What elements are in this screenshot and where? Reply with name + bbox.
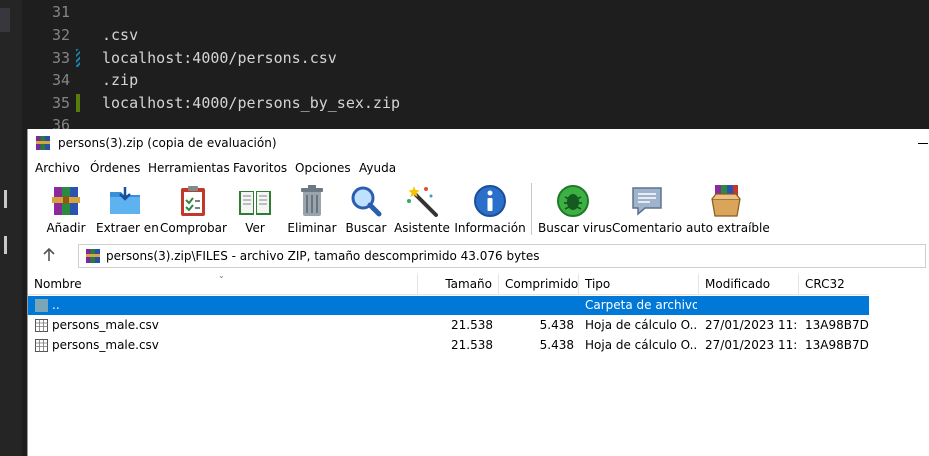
- cell-packed: 5.438: [539, 318, 574, 332]
- table-row[interactable]: persons_male.csv 21.538 5.438 Hoja de cá…: [28, 316, 869, 335]
- col-name[interactable]: Nombre: [28, 274, 418, 294]
- test-button[interactable]: Comprobar: [160, 181, 227, 239]
- folder-extract-icon: [110, 187, 140, 214]
- col-type[interactable]: Tipo: [579, 274, 699, 294]
- magic-wand-icon: [407, 186, 438, 217]
- minimize-icon[interactable]: [918, 143, 928, 144]
- find-label: Buscar: [345, 221, 387, 235]
- window-title: persons(3).zip (copia de evaluación): [58, 136, 277, 150]
- cell-name: ..: [52, 298, 60, 312]
- column-header: ⌄ Nombre Tamaño Comprimido Tipo Modifica…: [28, 271, 869, 295]
- menu-bar: Archivo Órdenes Herramientas Favoritos O…: [28, 159, 929, 179]
- menu-ayuda[interactable]: Ayuda: [359, 161, 396, 175]
- test-label: Comprobar: [160, 221, 227, 235]
- file-list: ⌄ Nombre Tamaño Comprimido Tipo Modifica…: [28, 271, 929, 456]
- trash-can-icon: [301, 185, 323, 216]
- cell-crc: 13A98B7D: [805, 338, 869, 352]
- menu-ordenes[interactable]: Órdenes: [90, 161, 140, 175]
- toolbar-separator: [531, 183, 532, 235]
- sfx-box-icon: [711, 185, 741, 217]
- menu-herramientas[interactable]: Herramientas: [148, 161, 230, 175]
- line-number: 32: [51, 26, 70, 44]
- archive-books-icon: [52, 187, 80, 215]
- add-button[interactable]: Añadir: [38, 181, 94, 239]
- info-button[interactable]: Información: [454, 181, 526, 239]
- line-number: 33: [51, 49, 70, 67]
- cell-name: persons_male.csv: [52, 318, 159, 332]
- virus-scan-button[interactable]: Buscar virus: [538, 181, 613, 239]
- comment-bubble-icon: [632, 187, 662, 216]
- virus-bug-icon: [557, 185, 589, 217]
- side-marker: [4, 236, 7, 254]
- activity-bar: [0, 0, 22, 456]
- menu-opciones[interactable]: Opciones: [295, 161, 351, 175]
- cell-type: Hoja de cálculo O...: [585, 338, 697, 352]
- info-label: Información: [454, 221, 526, 235]
- line-code: localhost:4000/persons_by_sex.zip: [102, 94, 401, 112]
- parent-folder-icon: [35, 299, 48, 312]
- sfx-button[interactable]: auto extraíble: [686, 181, 770, 239]
- cell-size: 21.538: [451, 318, 493, 332]
- address-bar: persons(3).zip\FILES - archivo ZIP, tama…: [28, 243, 929, 269]
- winrar-app-icon: [36, 136, 50, 150]
- line-number: 31: [51, 3, 70, 21]
- git-added-marker: [76, 94, 80, 112]
- cell-modified: 27/01/2023 11:...: [705, 338, 797, 352]
- cell-size: 21.538: [451, 338, 493, 352]
- spreadsheet-file-icon: [35, 339, 48, 352]
- cell-modified: 27/01/2023 11:...: [705, 318, 797, 332]
- table-row[interactable]: persons_male.csv 21.538 5.438 Hoja de cá…: [28, 336, 869, 355]
- menu-archivo[interactable]: Archivo: [35, 161, 80, 175]
- magnifier-icon: [351, 186, 382, 217]
- wizard-label: Asistente: [394, 221, 450, 235]
- table-row[interactable]: .. Carpeta de archivos: [28, 296, 869, 315]
- line-number: 35: [51, 94, 70, 112]
- activity-tab[interactable]: [0, 8, 10, 32]
- title-bar[interactable]: persons(3).zip (copia de evaluación): [28, 129, 929, 159]
- path-text: persons(3).zip\FILES - archivo ZIP, tama…: [106, 249, 540, 263]
- comment-button[interactable]: Comentario: [612, 181, 682, 239]
- view-button[interactable]: Ver: [230, 181, 280, 239]
- up-arrow-icon[interactable]: [41, 247, 57, 263]
- winrar-window: persons(3).zip (copia de evaluación) Arc…: [27, 129, 929, 456]
- comment-label: Comentario: [612, 221, 683, 235]
- spreadsheet-file-icon: [35, 319, 48, 332]
- toolbar: Añadir Extraer en Comprobar Ver Eliminar…: [28, 181, 929, 241]
- extract-button[interactable]: Extraer en: [96, 181, 159, 239]
- cell-type: Hoja de cálculo O...: [585, 318, 697, 332]
- git-modified-marker: [76, 49, 80, 67]
- path-field[interactable]: persons(3).zip\FILES - archivo ZIP, tama…: [78, 244, 926, 268]
- code-editor[interactable]: 31 32 .csv 33 localhost:4000/persons.csv…: [0, 0, 929, 134]
- info-icon: [474, 185, 506, 217]
- col-size[interactable]: Tamaño: [418, 274, 499, 294]
- clipboard-check-icon: [181, 186, 205, 216]
- side-marker: [4, 190, 7, 208]
- line-code: localhost:4000/persons.csv: [102, 49, 337, 67]
- cell-type: Carpeta de archivos: [585, 298, 697, 312]
- col-crc[interactable]: CRC32: [799, 274, 869, 294]
- delete-label: Eliminar: [287, 221, 337, 235]
- cell-packed: 5.438: [539, 338, 574, 352]
- col-modified[interactable]: Modificado: [699, 274, 799, 294]
- find-button[interactable]: Buscar: [342, 181, 390, 239]
- sfx-label: auto extraíble: [686, 221, 770, 235]
- wizard-button[interactable]: Asistente: [394, 181, 450, 239]
- view-label: Ver: [245, 221, 265, 235]
- col-packed[interactable]: Comprimido: [499, 274, 579, 294]
- archive-icon: [86, 249, 100, 263]
- menu-favoritos[interactable]: Favoritos: [233, 161, 287, 175]
- line-number: 34: [51, 71, 70, 89]
- delete-button[interactable]: Eliminar: [284, 181, 340, 239]
- cell-crc: 13A98B7D: [805, 318, 869, 332]
- line-code: .zip: [102, 71, 139, 89]
- virus-scan-label: Buscar virus: [538, 221, 613, 235]
- cell-name: persons_male.csv: [52, 338, 159, 352]
- open-book-icon: [239, 191, 271, 215]
- line-code: .csv: [102, 26, 139, 44]
- add-label: Añadir: [46, 221, 86, 235]
- extract-label: Extraer en: [96, 221, 159, 235]
